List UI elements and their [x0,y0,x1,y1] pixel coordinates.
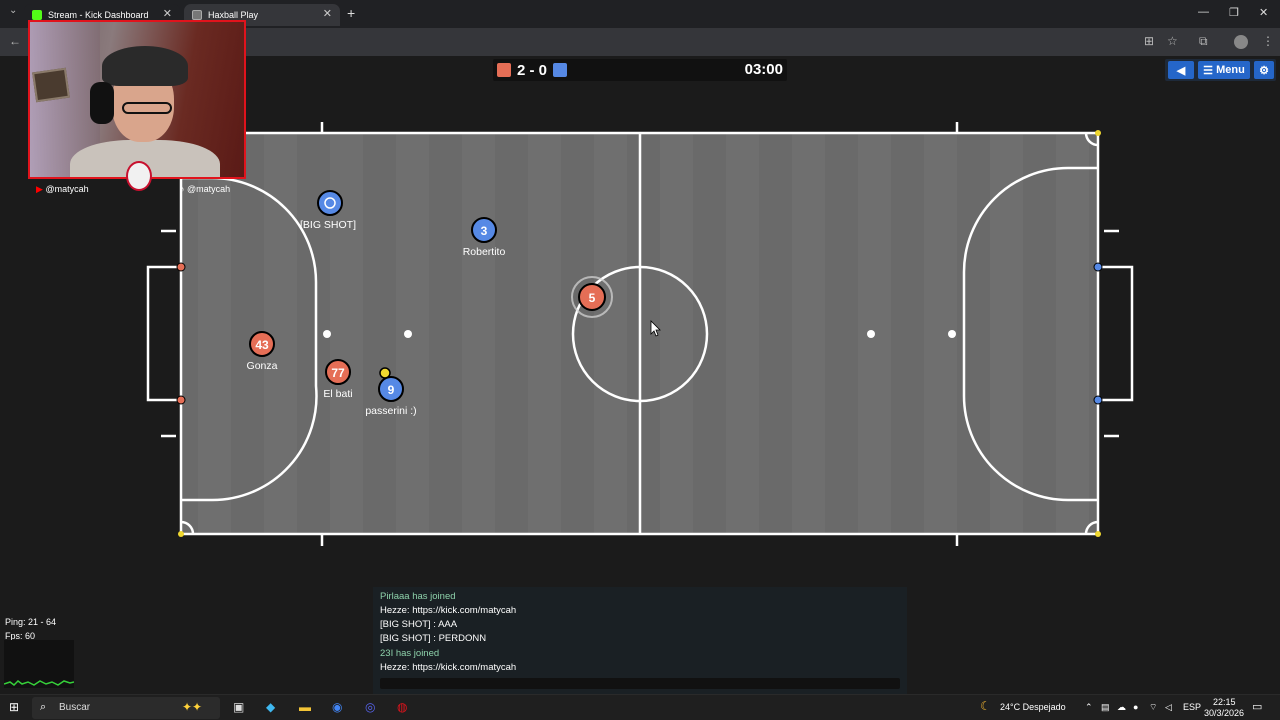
fps-graph [4,640,74,688]
clock-date[interactable]: 30/3/2026 [1204,708,1244,718]
player-disc: 9 [378,376,404,402]
chat-panel: Pirlaaa has joined Hezze: https://kick.c… [373,587,907,694]
webcam-picture-frame [32,67,70,103]
left-post [176,395,186,405]
taskbar-search[interactable]: ⌕ Buscar ✦✦ [32,697,220,719]
ping-readout: Ping: 21 - 64 [5,617,57,627]
tiktok-icon: ♪ [180,184,185,194]
red-team-swatch [497,63,511,77]
discord-icon[interactable]: ◎ [365,700,375,714]
tiktok-handle: ♪ @matycah [180,184,230,194]
game-menu-bar: ◀ ☰ Menu ⚙ [1165,59,1276,81]
sound-button[interactable]: ◀ [1168,61,1194,79]
right-goal [1098,265,1134,402]
windows-start-icon[interactable]: ⊞ [9,700,19,714]
chat-message: Pirlaaa has joined [380,591,456,602]
language-indicator[interactable]: ESP [1183,702,1201,712]
player-name: Robertito [462,246,506,258]
player-name: [BIG SHOT] [299,219,357,231]
chat-message: 23I has joined [380,648,440,659]
player-number: 3 [481,224,488,238]
file-explorer-icon[interactable]: ▬ [299,700,311,714]
penalty-spot [404,330,412,338]
windows-taskbar: ⊞ ⌕ Buscar ✦✦ ▣ ◆ ▬ ◉ ◎ ◍ ☾ 24°C Despeja… [0,694,1280,720]
settings-button[interactable]: ⚙ [1254,61,1274,79]
left-goal [146,265,181,402]
network-icon[interactable]: ▤ [1101,702,1110,713]
corner-post [178,531,184,537]
volume-icon[interactable]: ◁ [1165,702,1172,713]
search-placeholder: Buscar [59,702,91,713]
obs-icon[interactable]: ◍ [397,700,407,714]
penalty-spot [867,330,875,338]
scoreboard: 2 - 0 03:00 [493,59,787,81]
weather-text[interactable]: 24°C Despejado [1000,702,1066,712]
youtube-handle-text: @matycah [45,184,89,194]
player-disc: 3 [471,217,497,243]
right-post [1093,262,1103,272]
player-number: 77 [331,366,345,380]
player-disc: 43 [249,331,275,357]
penalty-spot [323,330,331,338]
chat-input[interactable] [380,678,900,689]
penalty-spot [948,330,956,338]
task-view-icon[interactable]: ▣ [233,700,244,714]
chrome-icon[interactable]: ◉ [332,700,342,714]
menu-label: Menu [1216,64,1245,76]
blue-team-swatch [553,63,568,77]
match-timer: 03:00 [744,61,783,78]
clock-time[interactable]: 22:15 [1213,697,1236,707]
tiktok-handle-text: @matycah [187,184,231,194]
tray-chevron-icon[interactable]: ⌃ [1085,702,1093,713]
wifi-icon[interactable]: ⌔ [1149,702,1157,713]
hamburger-icon: ☰ [1203,64,1217,77]
player-number: 9 [388,383,395,397]
cloud-icon[interactable]: ☁ [1117,702,1126,713]
player-name: passerini :) [365,405,417,417]
player-disc [317,190,343,216]
speaker-icon: ◀ [1176,64,1186,77]
left-post [176,262,186,272]
corner-post [1095,130,1101,136]
glasses-icon [122,102,172,114]
club-logo [126,161,152,191]
youtube-icon: ▶ [36,184,43,194]
menu-button[interactable]: ☰ Menu [1198,61,1250,79]
player-disc: 77 [325,359,351,385]
notifications-icon[interactable]: ▭ [1252,700,1262,713]
right-post [1093,395,1103,405]
youtube-handle: ▶ @matycah [36,184,89,195]
gear-icon: ⚙ [1259,64,1269,77]
microphone-icon[interactable]: ● [1133,702,1138,712]
search-icon: ⌕ [40,701,47,713]
webcam-hair [102,46,188,86]
corner-post [1095,531,1101,537]
chat-message: Hezze: https://kick.com/matycah [380,605,517,616]
player-number: 5 [589,291,596,305]
weather-icon: ☾ [980,699,991,713]
sparkle-icon: ✦✦ [182,700,203,714]
player-disc: 5 [578,283,606,311]
webcam-overlay [28,20,246,179]
headset-icon [90,82,114,124]
ball [379,367,391,379]
chat-message: [BIG SHOT] : PERDONN [380,633,487,644]
player-name: Gonza [246,360,278,372]
score: 2 - 0 [517,61,548,79]
player-number: 43 [255,338,269,352]
player-name: El bati [323,388,353,400]
chat-message: Hezze: https://kick.com/matycah [380,662,517,673]
chat-message: [BIG SHOT] : AAA [380,619,458,630]
copilot-icon[interactable]: ◆ [266,700,275,714]
